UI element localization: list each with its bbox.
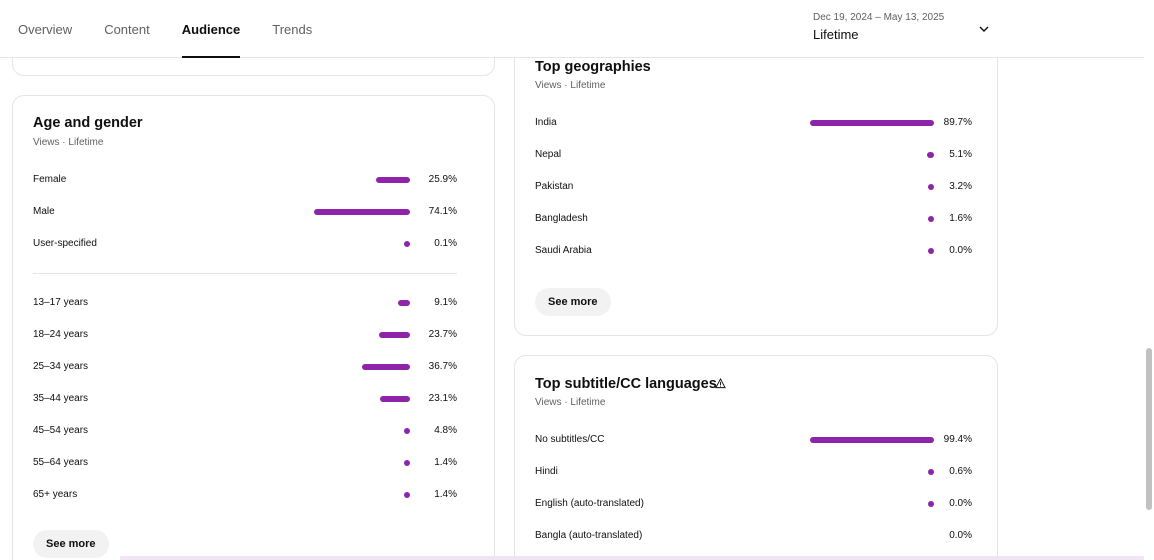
row-percentage: 0.1%: [434, 238, 457, 249]
card-subtitle: Views · Lifetime: [535, 397, 606, 408]
percentage-bar: [313, 209, 410, 215]
percentage-bar: [403, 428, 410, 434]
list-item: 35–44 years 23.1%: [33, 392, 457, 408]
percentage-bar: [376, 177, 410, 183]
list-item: 65+ years 1.4%: [33, 488, 457, 504]
percentage-bar: [379, 396, 410, 402]
list-item: No subtitles/CC 99.4%: [535, 433, 972, 449]
row-label: Hindi: [535, 466, 558, 477]
list-item: Bangladesh 1.6%: [535, 212, 972, 228]
percentage-bar: [398, 300, 410, 306]
row-label: Saudi Arabia: [535, 245, 592, 256]
list-item: Pakistan 3.2%: [535, 180, 972, 196]
row-label: Bangladesh: [535, 213, 588, 224]
percentage-bar: [379, 332, 410, 338]
row-label: Female: [33, 174, 67, 185]
percentage-bar: [404, 460, 410, 466]
percentage-bar: [362, 364, 410, 370]
list-item: India 89.7%: [535, 116, 972, 132]
list-item: 18–24 years 23.7%: [33, 328, 457, 344]
list-item: 55–64 years 1.4%: [33, 456, 457, 472]
scrollbar-thumb[interactable]: [1146, 348, 1152, 510]
card-title: Top geographies: [535, 59, 651, 75]
row-percentage: 5.1%: [949, 149, 972, 160]
row-percentage: 25.9%: [428, 174, 457, 185]
date-range-picker[interactable]: Dec 19, 2024 – May 13, 2025 Lifetime: [813, 10, 993, 50]
see-more-button[interactable]: See more: [535, 288, 611, 316]
row-label: No subtitles/CC: [535, 434, 605, 445]
card-title: Top subtitle/CC languages: [535, 376, 717, 392]
row-label: Nepal: [535, 149, 562, 160]
tab-audience[interactable]: Audience: [181, 0, 240, 58]
percentage-bar: [404, 492, 410, 498]
percentage-bar: [809, 437, 934, 443]
row-label: Male: [33, 206, 55, 217]
row-label: 45–54 years: [33, 425, 89, 436]
see-more-button[interactable]: See more: [33, 530, 109, 558]
tab-overview[interactable]: Overview: [18, 0, 72, 58]
list-item: User-specified 0.1%: [33, 237, 457, 253]
row-label: Pakistan: [535, 181, 574, 192]
divider: [33, 273, 457, 274]
date-period-text: Lifetime: [813, 27, 859, 42]
row-percentage: 1.4%: [434, 489, 457, 500]
list-item: Male 74.1%: [33, 205, 457, 221]
list-item: Bangla (auto-translated) 0.0%: [535, 529, 972, 545]
row-label: India: [535, 117, 557, 128]
row-label: Bangla (auto-translated): [535, 530, 643, 541]
list-item: 45–54 years 4.8%: [33, 424, 457, 440]
bottom-strip: [120, 556, 1144, 560]
row-label: 25–34 years: [33, 361, 89, 372]
list-item: Hindi 0.6%: [535, 465, 972, 481]
row-label: User-specified: [33, 238, 97, 249]
card-title: Age and gender: [33, 115, 143, 131]
row-percentage: 99.4%: [943, 434, 972, 445]
tab-bar: Overview Content Audience Trends: [18, 0, 344, 58]
subtitle-languages-card: Top subtitle/CC languages Views · Lifeti…: [514, 355, 998, 560]
row-label: 35–44 years: [33, 393, 89, 404]
row-percentage: 4.8%: [434, 425, 457, 436]
card-subtitle: Views · Lifetime: [33, 137, 104, 148]
list-item: Nepal 5.1%: [535, 148, 972, 164]
date-range-text: Dec 19, 2024 – May 13, 2025: [813, 12, 945, 23]
list-item: English (auto-translated) 0.0%: [535, 497, 972, 513]
row-label: 18–24 years: [33, 329, 89, 340]
row-label: 55–64 years: [33, 457, 89, 468]
analytics-header: Overview Content Audience Trends Dec 19,…: [0, 0, 1144, 58]
card-subtitle: Views · Lifetime: [535, 80, 606, 91]
top-geographies-card: Top geographies Views · Lifetime India 89…: [514, 20, 998, 336]
percentage-bar: [404, 241, 410, 247]
list-item: Female 25.9%: [33, 173, 457, 189]
list-item: 13–17 years 9.1%: [33, 296, 457, 312]
tab-content[interactable]: Content: [104, 0, 150, 58]
list-item: 25–34 years 36.7%: [33, 360, 457, 376]
chevron-down-icon[interactable]: [978, 23, 990, 35]
tab-trends[interactable]: Trends: [272, 0, 312, 58]
row-percentage: 0.0%: [949, 498, 972, 509]
percentage-bar: [810, 120, 934, 126]
row-label: English (auto-translated): [535, 498, 644, 509]
row-percentage: 1.6%: [949, 213, 972, 224]
row-percentage: 9.1%: [434, 297, 457, 308]
row-percentage: 0.6%: [949, 466, 972, 477]
row-percentage: 1.4%: [434, 457, 457, 468]
row-percentage: 89.7%: [943, 117, 972, 128]
list-item: Saudi Arabia 0.0%: [535, 244, 972, 260]
row-percentage: 36.7%: [428, 361, 457, 372]
row-percentage: 3.2%: [949, 181, 972, 192]
warning-icon[interactable]: [715, 378, 726, 389]
row-percentage: 0.0%: [949, 245, 972, 256]
row-label: 13–17 years: [33, 297, 89, 308]
row-percentage: 23.7%: [428, 329, 457, 340]
age-gender-card: Age and gender Views · Lifetime Female 25…: [12, 95, 495, 560]
row-percentage: 74.1%: [428, 206, 457, 217]
row-percentage: 23.1%: [428, 393, 457, 404]
row-percentage: 0.0%: [949, 530, 972, 541]
row-label: 65+ years: [33, 489, 78, 500]
